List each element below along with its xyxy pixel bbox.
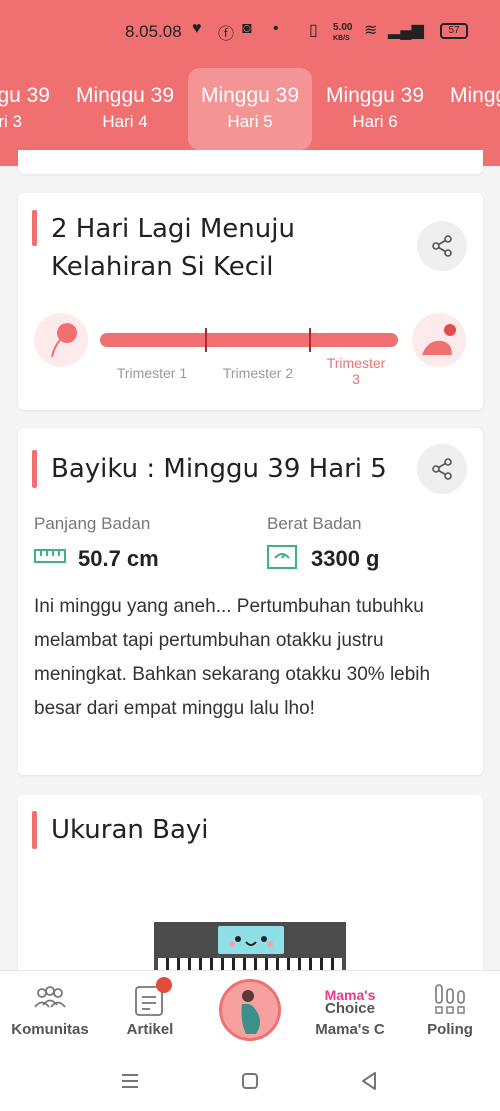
bottom-navigation: Komunitas Artikel Mama's Choice Mama's C xyxy=(0,970,500,1048)
title-accent xyxy=(32,450,37,488)
week-tab[interactable]: Minggu 39 Hari 6 xyxy=(313,68,437,150)
title-accent xyxy=(32,811,37,849)
conception-icon xyxy=(34,313,88,367)
heart-icon: ♥ xyxy=(192,20,202,37)
nav-pregnancy-center[interactable] xyxy=(200,971,300,1049)
week-tab[interactable]: gu 39 ri 3 xyxy=(0,68,62,150)
poll-icon xyxy=(435,984,465,1014)
app-icon: ◙ xyxy=(242,20,252,37)
title-accent xyxy=(32,210,37,246)
nav-artikel[interactable]: Artikel xyxy=(100,971,200,1049)
week-day-selector[interactable]: gu 39 ri 3 Minggu 39 Hari 4 Minggu 39 Ha… xyxy=(0,64,500,152)
week-tab-selected[interactable]: Minggu 39 Hari 5 xyxy=(188,68,312,150)
baby-crawl-icon xyxy=(412,313,466,367)
system-navigation-bar xyxy=(0,1048,500,1111)
baby-title: Bayiku : Minggu 39 Hari 5 xyxy=(51,454,387,484)
trimester-label-active: Trimester 3 xyxy=(326,355,386,387)
signal-icon: ▂▄▆ xyxy=(388,22,424,39)
net-speed: 5.00 KB/S xyxy=(333,22,353,43)
nav-komunitas[interactable]: Komunitas xyxy=(0,971,100,1049)
scale-icon xyxy=(267,545,297,574)
weight-value: 3300 g xyxy=(311,546,380,571)
ruler-icon xyxy=(34,547,66,570)
share-button[interactable] xyxy=(417,221,467,271)
card-stub xyxy=(18,150,483,174)
length-label: Panjang Badan xyxy=(34,514,151,533)
notification-badge xyxy=(156,977,172,993)
weight-label: Berat Badan xyxy=(267,514,362,533)
mamas-choice-logo: Mama's Choice xyxy=(324,987,376,1017)
size-title: Ukuran Bayi xyxy=(51,815,209,845)
countdown-title: 2 Hari Lagi Menuju Kelahiran Si Kecil xyxy=(51,214,295,282)
status-time: 8.05.08 xyxy=(125,22,182,41)
trimester-label: Trimester 1 xyxy=(116,365,188,381)
back-icon[interactable] xyxy=(360,1071,378,1091)
status-bar: 8.05.08 ♥ ⓕ ◙ • ▯ 5.00 KB/S ≋ ▂▄▆ 57 xyxy=(0,0,500,62)
length-value: 50.7 cm xyxy=(78,546,159,571)
share-icon xyxy=(432,458,452,480)
pregnancy-progress-bar xyxy=(100,333,398,347)
piano-illustration xyxy=(154,922,346,972)
home-icon[interactable] xyxy=(241,1072,259,1090)
vibrate-icon: ▯ xyxy=(309,22,318,39)
week-tab[interactable]: Minggu 39 Hari 4 xyxy=(63,68,187,150)
share-icon xyxy=(432,235,452,257)
facebook-icon: ⓕ xyxy=(218,26,235,43)
piano-face xyxy=(218,926,284,954)
trimester-divider xyxy=(309,328,311,352)
baby-description: Ini minggu yang aneh... Pertumbuhan tubu… xyxy=(34,596,431,719)
trimester-divider xyxy=(205,328,207,352)
nav-poling[interactable]: Poling xyxy=(400,971,500,1049)
header-bar: 8.05.08 ♥ ⓕ ◙ • ▯ 5.00 KB/S ≋ ▂▄▆ 57 gu 3… xyxy=(0,0,500,166)
share-button[interactable] xyxy=(417,444,467,494)
recent-apps-icon[interactable] xyxy=(120,1072,140,1090)
trimester-label: Trimester 2 xyxy=(222,365,294,381)
battery-icon: 57 xyxy=(440,23,468,39)
nav-mamas-choice[interactable]: Mama's Choice Mama's C xyxy=(300,971,400,1049)
dot-icon: • xyxy=(273,20,279,37)
pregnant-mother-icon xyxy=(219,979,281,1041)
wifi-icon: ≋ xyxy=(364,22,378,39)
community-icon xyxy=(34,986,66,1008)
week-tab[interactable]: Mingg xyxy=(438,68,500,150)
